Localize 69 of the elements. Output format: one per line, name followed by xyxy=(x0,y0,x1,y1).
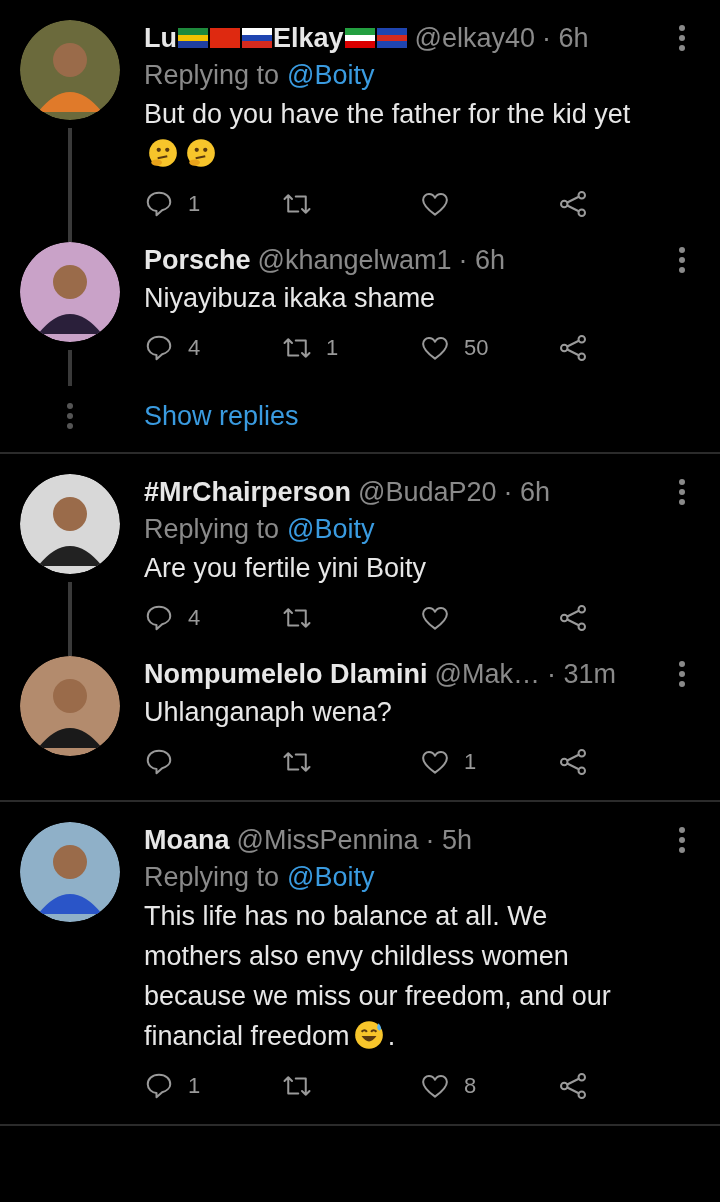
flag-icon xyxy=(210,28,240,48)
avatar[interactable] xyxy=(20,242,120,342)
replying-label: Replying to xyxy=(144,513,280,546)
thinking-emoji-icon xyxy=(147,137,179,169)
display-name: Lu xyxy=(144,22,177,55)
mention-link[interactable]: @Boity xyxy=(287,56,375,94)
timestamp: · 31m xyxy=(546,658,616,691)
reply-count: 4 xyxy=(188,605,201,631)
avatar[interactable] xyxy=(20,20,120,120)
tweet-text: This life has no balance at all. We xyxy=(144,900,548,933)
share-icon[interactable] xyxy=(558,333,588,363)
more-icon[interactable] xyxy=(678,24,686,52)
display-name: #MrChairperson xyxy=(144,476,352,509)
show-replies-link[interactable]: Show replies xyxy=(144,400,299,432)
like-count: 50 xyxy=(464,335,489,361)
reply-icon[interactable] xyxy=(144,333,174,363)
replying-label: Replying to xyxy=(144,861,280,894)
more-icon[interactable] xyxy=(678,826,686,854)
like-count: 1 xyxy=(464,749,477,775)
user-handle: @Mak… xyxy=(434,658,540,691)
tweet-text: mothers also envy childless women xyxy=(144,940,569,973)
avatar[interactable] xyxy=(20,822,120,922)
display-name: Moana xyxy=(144,824,230,857)
grinning-sweat-emoji-icon xyxy=(352,1019,385,1051)
reply-count: 1 xyxy=(188,1073,201,1099)
reply-icon[interactable] xyxy=(144,603,174,633)
user-handle: @MissPennina xyxy=(236,824,419,857)
mention-link[interactable]: @Boity xyxy=(287,858,375,896)
timestamp: · 6h xyxy=(458,244,506,277)
reply-icon[interactable] xyxy=(144,1071,174,1101)
retweet-count: 1 xyxy=(326,335,339,361)
mention-link[interactable]: @Boity xyxy=(287,510,375,548)
display-name: Porsche xyxy=(144,244,251,277)
user-handle: @khangelwam1 xyxy=(257,244,452,277)
tweet-text: financial freedom xyxy=(144,1021,350,1051)
flag-icon xyxy=(344,28,375,48)
reply-count: 1 xyxy=(188,191,201,217)
reply-icon[interactable] xyxy=(144,747,174,777)
share-icon[interactable] xyxy=(558,1071,588,1101)
share-icon[interactable] xyxy=(558,189,588,219)
replying-label: Replying to xyxy=(144,59,280,92)
tweet-text: Are you fertile yini Boity xyxy=(144,553,427,583)
display-name: Nompumelelo Dlamini xyxy=(144,658,428,691)
timestamp: · 6h xyxy=(542,22,589,55)
more-icon[interactable] xyxy=(678,660,686,688)
reply-count: 4 xyxy=(188,335,201,361)
display-name: Elkay xyxy=(273,22,344,55)
avatar[interactable] xyxy=(20,474,120,574)
user-handle: @elkay40 xyxy=(414,22,536,55)
flag-icon xyxy=(242,28,272,48)
timestamp: · 5h xyxy=(425,824,473,857)
tweet-text: Uhlanganaph wena? xyxy=(144,697,392,727)
tweet-text: Niyayibuza ikaka shame xyxy=(144,283,436,313)
tweet-text: . xyxy=(387,1021,396,1051)
thread-dots-icon xyxy=(66,402,74,430)
user-handle: @BudaP20 xyxy=(358,476,497,509)
flag-icon xyxy=(178,28,208,48)
more-icon[interactable] xyxy=(678,478,686,506)
share-icon[interactable] xyxy=(558,603,588,633)
share-icon[interactable] xyxy=(558,747,588,777)
more-icon[interactable] xyxy=(678,246,686,274)
tweet-text: But do you have the father for the kid yet xyxy=(144,98,631,131)
tweet-text: because we miss our freedom, and our xyxy=(144,980,611,1013)
reply-icon[interactable] xyxy=(144,189,174,219)
flag-icon xyxy=(376,28,407,48)
thinking-emoji-icon xyxy=(185,137,217,169)
avatar[interactable] xyxy=(20,656,120,756)
like-count: 8 xyxy=(464,1073,477,1099)
timestamp: · 6h xyxy=(503,476,551,509)
